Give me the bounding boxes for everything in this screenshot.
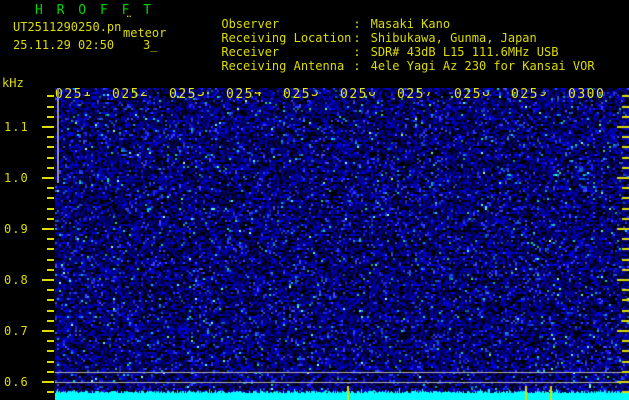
freq-minor-tick (47, 320, 54, 322)
freq-tick-label: 1.1 (4, 120, 40, 134)
info-value: SDR# 43dB L15 111.6MHz USB (371, 45, 559, 59)
time-tick-label: 0253 (169, 87, 206, 102)
clipped-digit: 5 (311, 92, 320, 105)
info-separator: : (353, 59, 360, 73)
freq-minor-tick (47, 289, 54, 291)
time-tick-label: 0259 (511, 87, 548, 102)
freq-tick-label: 1.0 (4, 171, 40, 185)
freq-major-tick (42, 279, 54, 281)
hrofft-window: H R O F F T UT2511290250.pn ¨ meteor 25.… (0, 0, 629, 400)
time-tick-label: 0254 (226, 87, 263, 102)
freq-minor-tick (47, 259, 54, 261)
freq-major-tick (42, 126, 54, 128)
freq-minor-tick (47, 269, 54, 271)
spectrogram-canvas (55, 88, 629, 400)
freq-major-tick (42, 177, 54, 179)
clipped-digit: 1 (83, 92, 92, 105)
freq-minor-tick (47, 208, 54, 210)
freq-major-tick (42, 330, 54, 332)
freq-minor-tick (47, 95, 54, 97)
freq-minor-tick (47, 340, 54, 342)
info-value: 4ele Yagi Az 230 for Kansai VOR (371, 59, 595, 73)
freq-minor-tick (47, 350, 54, 352)
info-separator: : (353, 45, 360, 59)
info-value: Shibukawa, Gunma, Japan (371, 31, 537, 45)
freq-axis-unit: kHz (2, 76, 24, 90)
filename-label: UT2511290250.pn (13, 20, 121, 34)
info-value: Masaki Kano (371, 17, 450, 31)
freq-minor-tick (47, 218, 54, 220)
freq-minor-tick (47, 310, 54, 312)
freq-minor-tick (47, 116, 54, 118)
freq-tick-label: 0.7 (4, 324, 40, 338)
time-tick-label: 0256 (340, 87, 377, 102)
time-tick-label: 0300 (568, 87, 605, 102)
scale-bar (57, 88, 59, 183)
freq-minor-tick (47, 146, 54, 148)
time-tick-label: 0251 (55, 87, 92, 102)
datetime-label: 25.11.29 02:50 (13, 38, 114, 52)
freq-tick-label: 0.6 (4, 375, 40, 389)
freq-minor-tick (47, 167, 54, 169)
clipped-digit: 9 (539, 92, 548, 105)
freq-minor-tick (47, 197, 54, 199)
freq-minor-tick (47, 391, 54, 393)
info-separator: : (353, 31, 360, 45)
clipped-digit: 2 (140, 92, 149, 105)
clipped-digit: 6 (368, 92, 377, 105)
freq-tick-label: 0.8 (4, 273, 40, 287)
station-info: Observer: Masaki Kano Receiving Location:… (178, 3, 595, 59)
info-label: Receiving Location (221, 31, 353, 45)
freq-minor-tick (47, 136, 54, 138)
freq-major-tick (42, 228, 54, 230)
clipped-digit: 8 (482, 92, 491, 105)
freq-major-tick (42, 381, 54, 383)
info-row-observer: Observer: Masaki Kano (178, 3, 595, 17)
info-label: Observer (221, 17, 353, 31)
freq-minor-tick (47, 238, 54, 240)
time-tick-label: 0258 (454, 87, 491, 102)
freq-minor-tick (47, 299, 54, 301)
info-label: Receiving Antenna (221, 59, 353, 73)
info-separator: : (353, 17, 360, 31)
time-tick-label: 0252 (112, 87, 149, 102)
freq-minor-tick (47, 157, 54, 159)
freq-tick-label: 0.9 (4, 222, 40, 236)
freq-minor-tick (47, 361, 54, 363)
time-tick-label: 0255 (283, 87, 320, 102)
time-tick-label: 0257 (397, 87, 434, 102)
counter-label: 3_ (143, 38, 157, 52)
clipped-digit: 7 (425, 92, 434, 105)
freq-minor-tick (47, 248, 54, 250)
clipped-digit: 4 (254, 92, 263, 105)
info-label: Receiver (221, 45, 353, 59)
app-title: H R O F F T (35, 3, 154, 18)
freq-minor-tick (47, 371, 54, 373)
freq-minor-tick (47, 187, 54, 189)
clipped-digit: 3 (197, 92, 206, 105)
freq-minor-tick (47, 106, 54, 108)
